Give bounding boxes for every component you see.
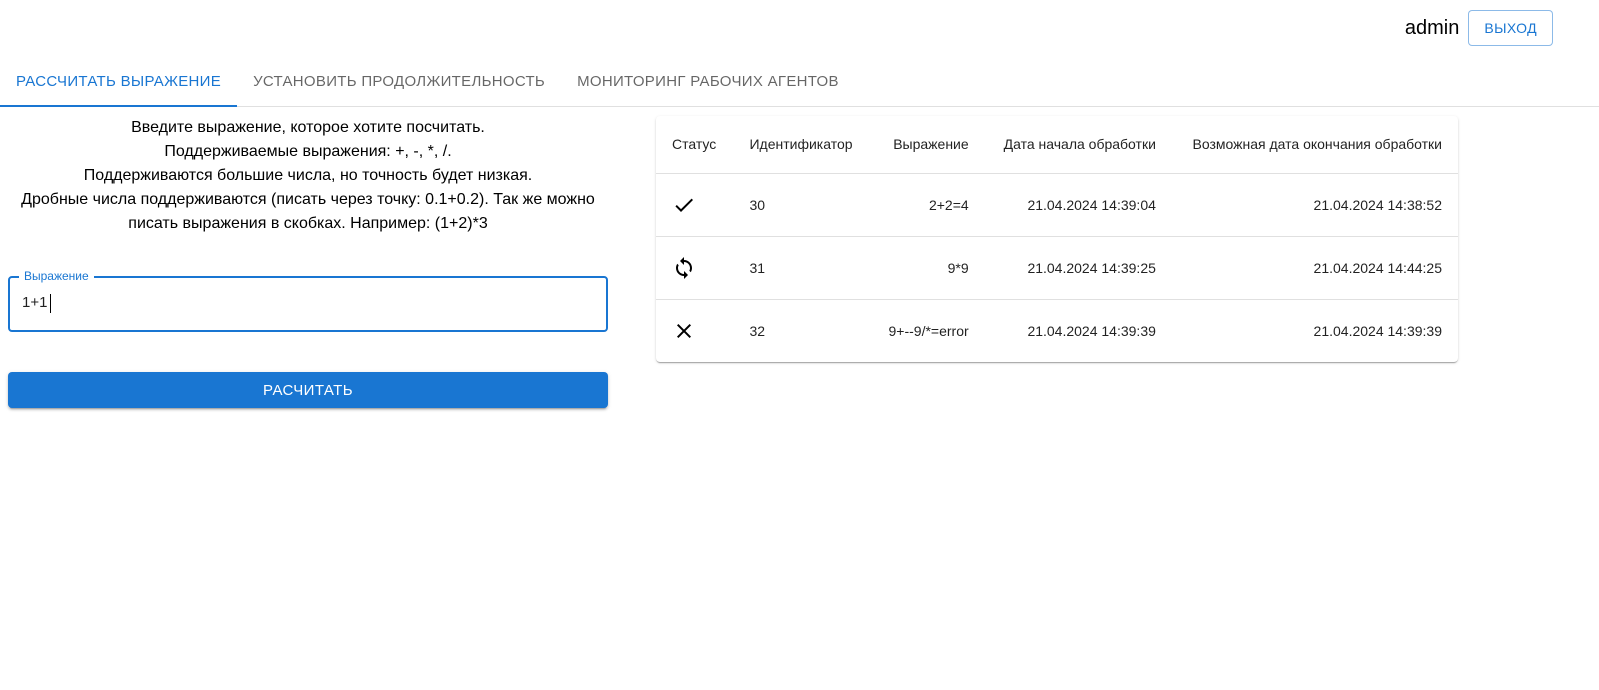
header-status: Статус — [656, 116, 734, 174]
table-header-row: Статус Идентификатор Выражение Дата нача… — [656, 116, 1458, 174]
start-date-cell: 21.04.2024 14:39:25 — [984, 236, 1172, 300]
tab-worker-monitoring[interactable]: Мониторинг рабочих агентов — [561, 57, 855, 106]
sync-icon — [676, 256, 692, 279]
tab-calculate-expression[interactable]: Рассчитать выражение — [0, 57, 238, 107]
header-start-date: Дата начала обработки — [984, 116, 1172, 174]
username-label: admin — [1404, 16, 1460, 39]
instruction-line: Поддерживаются большие числа, но точност… — [83, 167, 533, 184]
end-date-cell: 21.04.2024 14:39:39 — [1313, 322, 1442, 339]
expressions-table-card: Статус Идентификатор Выражение Дата нача… — [656, 116, 1458, 362]
table-row: 30 2+2=4 21.04.2024 14:39:04 21.04.2024 … — [656, 173, 1458, 237]
instruction-line: Дробные числа поддерживаются (писать чер… — [21, 191, 595, 208]
start-date-cell: 21.04.2024 14:39:39 — [1027, 322, 1156, 339]
instruction-line: Поддерживаемые выражения: +, -, *, /. — [164, 143, 452, 160]
calculate-button[interactable]: Расчитать — [8, 372, 608, 408]
id-cell: 31 — [733, 236, 871, 300]
check-icon — [675, 198, 693, 212]
end-date-cell: 21.04.2024 14:44:25 — [1171, 236, 1458, 300]
calculator-panel: Введите выражение, которое хотите посчит… — [8, 116, 608, 408]
header-id: Идентификатор — [733, 116, 871, 174]
logout-button[interactable]: Выход — [1468, 10, 1553, 46]
instruction-line: писать выражения в скобках. Например: (1… — [128, 215, 488, 232]
expressions-table: Статус Идентификатор Выражение Дата нача… — [656, 116, 1458, 362]
expression-cell: 9*9 — [870, 236, 985, 300]
expression-field-label: Выражение — [19, 269, 94, 283]
start-date-cell: 21.04.2024 14:39:04 — [984, 173, 1172, 237]
status-cell — [656, 173, 734, 237]
id-cell: 30 — [733, 173, 871, 237]
tab-set-duration[interactable]: Установить продолжительность — [237, 57, 561, 106]
header-expression: Выражение — [870, 116, 985, 174]
close-icon — [677, 323, 691, 338]
status-cell — [656, 299, 733, 362]
top-bar: admin Выход — [1405, 10, 1553, 46]
expression-cell: 2+2=4 — [870, 173, 985, 237]
tab-bar: Рассчитать выражение Установить продолжи… — [0, 57, 1599, 107]
table-row: 32 9+--9/*=error 21.04.2024 14:39:39 21.… — [656, 299, 1458, 362]
status-cell — [656, 236, 734, 300]
instructions-text: Введите выражение, которое хотите посчит… — [8, 116, 608, 236]
header-end-date: Возможная дата окончания обработки — [1171, 116, 1458, 174]
expression-input[interactable] — [22, 294, 582, 311]
instruction-line: Введите выражение, которое хотите посчит… — [131, 119, 485, 136]
expression-cell: 9+--9/*=error — [888, 322, 969, 339]
table-row: 31 9*9 21.04.2024 14:39:25 21.04.2024 14… — [656, 236, 1458, 300]
text-caret — [50, 294, 51, 313]
end-date-cell: 21.04.2024 14:38:52 — [1171, 173, 1458, 237]
id-cell: 32 — [749, 322, 766, 339]
expression-field[interactable]: Выражение — [8, 269, 608, 332]
